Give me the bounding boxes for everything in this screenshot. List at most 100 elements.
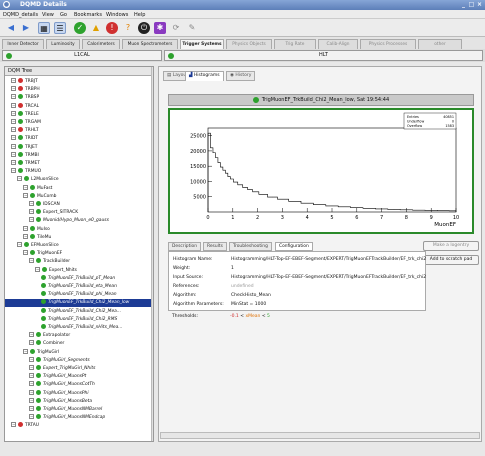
tree-item[interactable]: − TRMBI — [5, 151, 151, 160]
tree-item[interactable]: − TRHLT — [5, 127, 151, 135]
tree-item[interactable]: − TrigMuGirl_MuonsPhi — [5, 389, 151, 398]
expand-toggle-icon[interactable]: − — [29, 381, 34, 387]
tab-physics-processes[interactable]: Physics Processes — [360, 39, 416, 49]
tree-item[interactable]: − Combiner — [5, 340, 151, 348]
tab-results[interactable]: Results — [203, 242, 227, 251]
info-icon[interactable]: ? — [122, 22, 134, 34]
tree-item[interactable]: − MuComb — [5, 192, 151, 201]
expand-toggle-icon[interactable]: − — [29, 365, 34, 370]
expand-toggle-icon[interactable]: − — [11, 86, 16, 92]
tree-item[interactable]: − TrigMuGirl_Segments — [5, 356, 151, 365]
tab-other[interactable]: other — [418, 39, 462, 49]
tree-vertical-scrollbar[interactable] — [151, 67, 153, 441]
grid-icon[interactable]: ▦ — [38, 22, 50, 34]
tree-item[interactable]: − TrigMuGirl — [5, 348, 151, 357]
tree-item[interactable]: TrigMuonEF_TrkBuild_pT_Mean — [5, 274, 151, 283]
expand-toggle-icon[interactable]: − — [23, 225, 28, 231]
tree-item[interactable]: − Expert_SITRACK — [5, 209, 151, 217]
tab-configuration[interactable]: Configuration — [275, 242, 313, 251]
expand-toggle-icon[interactable]: − — [11, 422, 16, 428]
list-icon[interactable]: ☰ — [54, 22, 66, 34]
status-l1cal[interactable]: L1CAL — [2, 50, 162, 61]
tab-trigger-systems[interactable]: Trigger Systems — [180, 39, 224, 49]
power-icon[interactable]: ⏻ — [138, 22, 150, 34]
expand-toggle-icon[interactable]: − — [23, 192, 28, 198]
tree-item[interactable]: − TRIDT — [5, 135, 151, 143]
tab-calorimeters[interactable]: Calorimeters — [82, 39, 120, 49]
error-icon[interactable]: ! — [106, 22, 118, 34]
tree-item[interactable]: − TRMUO — [5, 168, 151, 176]
expand-toggle-icon[interactable]: − — [11, 119, 16, 124]
minimize-icon[interactable]: _ — [460, 1, 467, 8]
tree-item[interactable]: − TileMu — [5, 233, 151, 242]
close-icon[interactable]: × — [476, 1, 483, 8]
expand-toggle-icon[interactable]: − — [29, 356, 34, 362]
tree-item[interactable]: TrigMuonEF_TrkBuild_Chi2_RMS — [5, 315, 151, 324]
expand-toggle-icon[interactable]: − — [11, 78, 16, 83]
tab-muon-spectrometers[interactable]: Muon Spectrometers — [122, 39, 178, 49]
tree-item[interactable]: − TrigMuonEF — [5, 250, 151, 258]
tree-item[interactable]: − MuFast — [5, 184, 151, 193]
window-menu-icon[interactable]: ● — [3, 1, 10, 8]
tree-item[interactable]: − TRCAL — [5, 102, 151, 111]
tab-description[interactable]: Description — [168, 242, 202, 251]
expand-toggle-icon[interactable]: − — [11, 143, 16, 149]
expand-toggle-icon[interactable]: − — [29, 406, 34, 411]
expand-toggle-icon[interactable]: − — [17, 242, 22, 247]
tree-item[interactable]: − TRJET — [5, 143, 151, 152]
menu-windows[interactable]: Windows — [106, 12, 128, 18]
make-logentry-button[interactable]: Make a logentry — [423, 241, 479, 251]
tree-item[interactable]: − TrigMuGirl_MuonsNMEndcap — [5, 414, 151, 422]
expand-toggle-icon[interactable]: − — [11, 151, 16, 157]
tree-item[interactable]: − TRBJT — [5, 78, 151, 86]
tree-item[interactable]: − TRBSP — [5, 94, 151, 102]
expand-toggle-icon[interactable]: − — [29, 217, 34, 223]
tree-item[interactable]: − L2MuonSlice — [5, 176, 151, 184]
expand-toggle-icon[interactable]: − — [11, 102, 16, 108]
expand-toggle-icon[interactable]: − — [23, 250, 28, 256]
tree-item[interactable]: − TRBPH — [5, 86, 151, 94]
tree-item[interactable]: − Expert_TrigMuGirl_Nhits — [5, 365, 151, 373]
expand-toggle-icon[interactable]: − — [11, 94, 16, 100]
tree-item[interactable]: − TrigMuGirl_MuonsBeta — [5, 397, 151, 406]
expand-toggle-icon[interactable]: − — [11, 110, 16, 116]
tree-item[interactable]: − TRGAM — [5, 119, 151, 127]
tree-item[interactable]: TrigMuonEF_TrkBuild_Chi2_Mean_low — [5, 299, 151, 308]
back-icon[interactable]: ◀ — [5, 22, 17, 34]
expand-toggle-icon[interactable]: − — [35, 266, 40, 272]
tree-item[interactable]: − TrigMuGirl_MuonsPt — [5, 373, 151, 381]
expand-toggle-icon[interactable]: − — [29, 209, 34, 215]
tree-item[interactable]: − IDSCAN — [5, 201, 151, 209]
refresh-icon[interactable]: ⟳ — [170, 22, 182, 34]
expand-toggle-icon[interactable]: − — [11, 127, 16, 133]
tree-item[interactable]: − EFMuonSlice — [5, 242, 151, 250]
tree-item[interactable]: − TRELE — [5, 110, 151, 119]
expand-toggle-icon[interactable]: − — [11, 160, 16, 165]
tab-calib-align[interactable]: Calib-Align — [318, 39, 358, 49]
forward-icon[interactable]: ▶ — [20, 22, 32, 34]
tree-item[interactable]: − TrigMuGirl_MuonsCotTh — [5, 381, 151, 389]
tab-troubleshooting[interactable]: Troubleshooting — [229, 242, 272, 251]
expand-toggle-icon[interactable]: − — [29, 258, 34, 264]
expand-toggle-icon[interactable]: − — [11, 168, 16, 174]
config-icon[interactable]: ✎ — [186, 22, 198, 34]
tree-item[interactable]: − TrigMuGirl_MuonsNMBarrel — [5, 406, 151, 414]
expand-toggle-icon[interactable]: − — [29, 414, 34, 420]
expand-toggle-icon[interactable]: − — [11, 135, 16, 141]
tab-inner-detector[interactable]: Inner Detector — [2, 39, 44, 49]
tree-item[interactable]: TrigMuonEF_TrkBuild_nHits_Mea... — [5, 324, 151, 332]
menu-help[interactable]: Help — [134, 12, 145, 18]
tree-item[interactable]: − Muonid/Hypo_Muon_e0_gauss — [5, 217, 151, 225]
tree-item[interactable]: − TrackBuilder — [5, 258, 151, 266]
maximize-icon[interactable]: □ — [468, 1, 475, 8]
expand-toggle-icon[interactable]: − — [23, 233, 28, 239]
expand-toggle-icon[interactable]: − — [29, 201, 34, 206]
expand-toggle-icon[interactable]: − — [29, 332, 34, 338]
tree-item[interactable]: − TRMET — [5, 160, 151, 168]
tree-item[interactable]: TrigMuonEF_TrkBuild_eta_Mean — [5, 283, 151, 291]
expand-toggle-icon[interactable]: − — [29, 389, 34, 395]
puzzle-icon[interactable]: ✱ — [154, 22, 166, 34]
tab-luminosity[interactable]: Luminosity — [46, 39, 80, 49]
expand-toggle-icon[interactable]: − — [29, 340, 34, 346]
expand-toggle-icon[interactable]: − — [23, 348, 28, 354]
